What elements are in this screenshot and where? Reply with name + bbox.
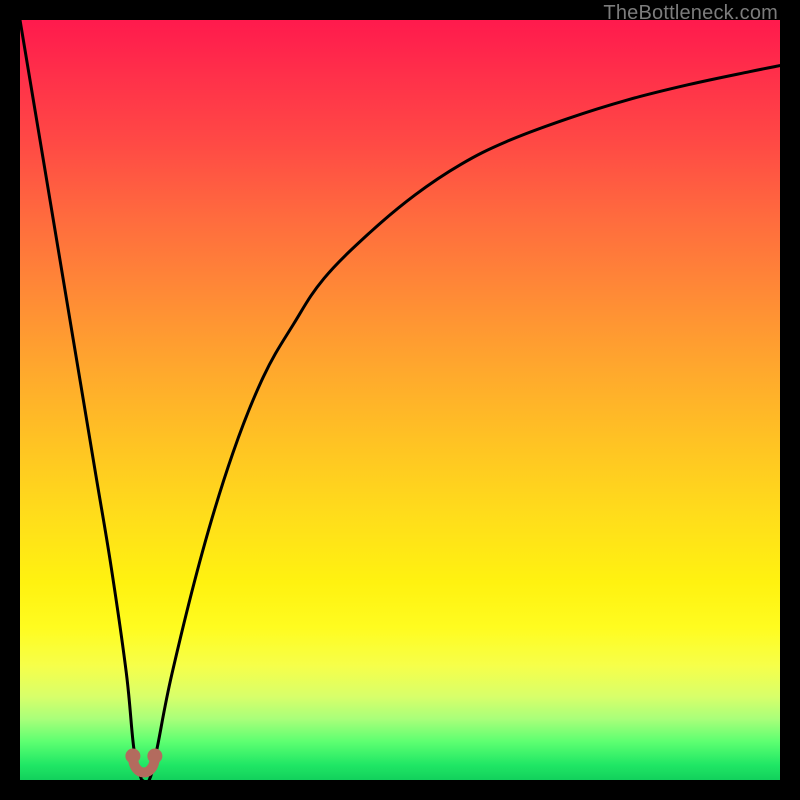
curve-overlay bbox=[20, 20, 780, 780]
bottleneck-curve bbox=[20, 20, 780, 780]
chart-figure: TheBottleneck.com bbox=[0, 0, 800, 800]
plot-area bbox=[20, 20, 780, 780]
optimal-marker bbox=[125, 749, 162, 773]
